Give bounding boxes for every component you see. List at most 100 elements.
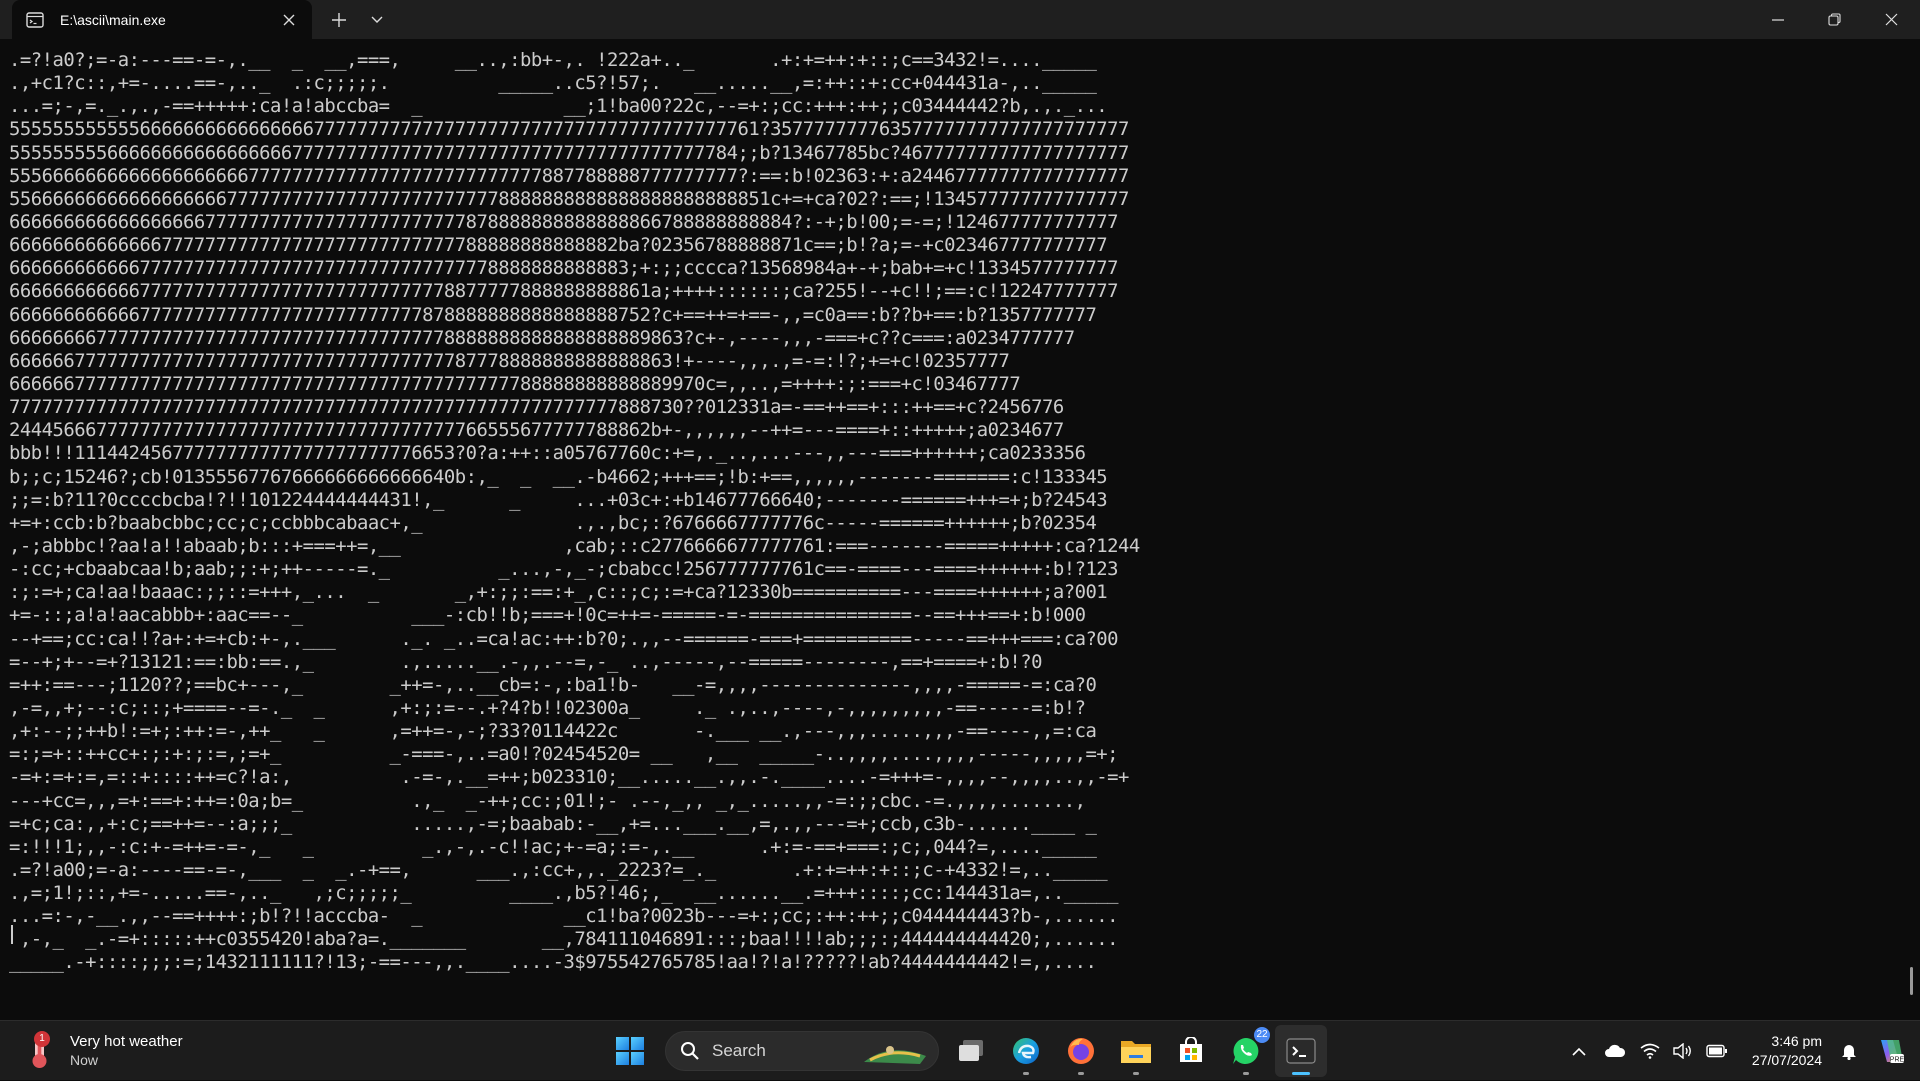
tab-title: E:\ascii\main.exe (60, 11, 166, 28)
console-line: 2444566677777777777777777777777777777777… (9, 419, 1064, 442)
windows-start-icon (616, 1037, 644, 1065)
search-label: Search (712, 1041, 766, 1060)
store-button[interactable] (1165, 1025, 1217, 1077)
copilot-button[interactable]: PRE (1866, 1029, 1914, 1073)
start-button[interactable] (604, 1025, 656, 1077)
console-line: 5555555556666666666666666677777777777777… (9, 141, 1129, 164)
tab-close-icon[interactable] (274, 5, 304, 35)
console-line: b;;c;15246?;cb!0135556776766666666666664… (9, 465, 1108, 488)
restore-button[interactable] (1806, 0, 1863, 39)
minimize-button[interactable] (1749, 0, 1806, 39)
console-line: ;;=:b?11?0ccccbcba!?!!101224444444431!,_… (9, 488, 1108, 511)
thermometer-icon: 1 (24, 1031, 60, 1071)
window-controls (1749, 0, 1920, 39)
console-line: .,=;1!;::,+=-.....==-,.._ ,;c;;;;;_ ____… (9, 882, 1119, 905)
title-bar: E:\ascii\main.exe (0, 0, 1920, 39)
terminal-tab[interactable]: E:\ascii\main.exe (12, 0, 312, 39)
plus-icon (332, 12, 346, 27)
console-line: ...=:-,-__.,,--==++++:;b!?!!acccba- _ __… (9, 905, 1119, 928)
console-line: =++:==---;1120??;==bc+---,_ _++=-,..__cb… (9, 673, 1097, 696)
console-line: =--+;+--=+?13121:==:bb:==.,_ .,.....__.-… (9, 650, 1042, 673)
console-line: ,-;abbbc!?aa!a!!abaab;b:::+===++=,__ ,ca… (9, 534, 1140, 557)
clock-time: 3:46 pm (1771, 1033, 1822, 1049)
tab-dropdown-button[interactable] (358, 0, 396, 39)
text-cursor (11, 925, 13, 944)
notifications-button[interactable] (1832, 1029, 1866, 1073)
battery-icon (1705, 1044, 1727, 1058)
console-line: 6666667777777777777777777777777777777777… (9, 349, 1010, 372)
svg-text:PRE: PRE (1890, 1057, 1905, 1064)
console-line: =:!!!1;,,-:c:+-=++=-=-,_ _ _.,-,.-c!!ac;… (9, 835, 1097, 858)
console-line: 6666666666666677777777777777777777777777… (9, 234, 1108, 257)
console-line: --+==;cc:ca!!?a+:+=+cb:+-,.___ ._. _..=c… (9, 627, 1119, 650)
scrollbar-thumb[interactable] (1910, 967, 1913, 995)
console-line: bbb!!!1114424567777777777777777777777665… (9, 442, 1086, 465)
console-line: -=+:=+:=,=::+::::++=c?!a:, .-=-,.__=++;b… (9, 766, 1129, 789)
console-line: ,-=,,+;--:c;::;+====--=-._ _ ,+:;:=--.+?… (9, 696, 1086, 719)
chevron-up-icon (1572, 1047, 1586, 1056)
console-app-icon (24, 9, 46, 31)
copilot-icon: PRE (1881, 1040, 1905, 1064)
network-volume-battery-button[interactable] (1634, 1029, 1734, 1073)
console-line: -:cc;+cbaabcaa!b;aab;;:+;++-----=._ _...… (9, 558, 1119, 581)
widget-title: Very hot weather (70, 1033, 183, 1050)
terminal-running-indicator (1292, 1072, 1310, 1075)
task-view-icon (959, 1040, 983, 1061)
console-output[interactable]: .=?!a0?;=-a:---==-=-,.__ _ __,===, __..,… (9, 49, 1899, 1009)
console-line: =:;=+::++cc+:;:+:;:=,;=+_ _-===-,..=a0!?… (9, 743, 1119, 766)
edge-button[interactable] (1000, 1025, 1052, 1077)
widget-subtitle: Now (70, 1052, 99, 1068)
console-line: 6666666666666666667777777777777777777777… (9, 210, 1119, 233)
whatsapp-running-indicator (1243, 1072, 1249, 1075)
wifi-icon (1640, 1043, 1660, 1059)
console-line: ...=;-,=._.,.,-==+++++:ca!a!abccba= _ __… (9, 95, 1108, 118)
console-line: 5566666666666666666677777777777777777777… (9, 187, 1129, 210)
clock[interactable]: 3:46 pm 27/07/2024 (1752, 1032, 1822, 1070)
onedrive-cloud-icon (1604, 1044, 1625, 1057)
explorer-running-indicator (1133, 1072, 1139, 1075)
console-line: 6666666666667777777777777777777777777777… (9, 280, 1119, 303)
console-line: 6666666677777777777777777777777777777777… (9, 326, 1075, 349)
onedrive-button[interactable] (1596, 1029, 1634, 1073)
close-window-button[interactable] (1863, 0, 1920, 39)
minimize-icon (1771, 18, 1784, 21)
search-highlight-icon (864, 1046, 926, 1064)
console-line: :;:=+;ca!aa!baaac:;;::=+++,_... _ _,+:;;… (9, 581, 1108, 604)
console-line: =+c;ca:,,+:c;==++=--:a;;;_ .....,-=;baab… (9, 812, 1097, 835)
task-view-button[interactable] (945, 1025, 997, 1077)
taskbar-search[interactable]: Search (665, 1031, 939, 1071)
whatsapp-badge: 22 (1254, 1027, 1270, 1043)
edge-icon (1013, 1038, 1039, 1064)
firefox-button[interactable] (1055, 1025, 1107, 1077)
system-tray: 3:46 pm 27/07/2024 PRE (1562, 1021, 1920, 1081)
firefox-icon (1068, 1038, 1094, 1064)
taskbar-apps: Search 22 (604, 1025, 1330, 1077)
terminal-button[interactable] (1275, 1025, 1327, 1077)
console-line: ,-,_ _.-=+:::::++c0355420!aba?a=._______… (9, 928, 1119, 951)
console-line: 6666667777777777777777777777777777777777… (9, 372, 1021, 395)
console-line: .=?!a0?;=-a:---==-=-,.__ _ __,===, __..,… (9, 49, 1097, 71)
console-line: 6666666666667777777777777777777777777787… (9, 303, 1097, 326)
console-line: 7777777777777777777777777777777777777777… (9, 396, 1064, 419)
clock-date: 27/07/2024 (1751, 1052, 1822, 1068)
taskbar: 1 Very hot weather Now Search 22 3:46 pm… (0, 1020, 1920, 1080)
console-line: .,+c1?c::,+=-....==-,.._ .:c;;;;;. _____… (9, 72, 1097, 95)
console-line: ---+cc=,,,=+:==+:++=:0a;b=_ .,_ _-++;cc:… (9, 789, 1086, 812)
show-hidden-icons-button[interactable] (1562, 1029, 1596, 1073)
bell-icon (1842, 1045, 1856, 1060)
console-line: +=-::;a!a!aacabbb+:aac==--_ ___-:cb!!b;=… (9, 604, 1086, 627)
console-line: 5556666666666666666666777777777777777777… (9, 164, 1129, 187)
search-icon (681, 1042, 699, 1060)
whatsapp-button[interactable]: 22 (1220, 1025, 1272, 1077)
console-line: +=+:ccb:b?baabcbbc;cc;c;ccbbbcabaac+,_ .… (9, 511, 1097, 534)
chevron-down-icon (371, 16, 383, 23)
folder-icon (1121, 1041, 1151, 1063)
restore-icon (1828, 13, 1841, 26)
weather-widget[interactable]: 1 Very hot weather Now (24, 1029, 183, 1073)
store-icon (1180, 1037, 1202, 1062)
console-line: 6666666666667777777777777777777777777777… (9, 257, 1119, 280)
console-line: ,+:--;;++b!:=+;:++:=-,++_ _ ,=++=-,-;?33… (9, 720, 1097, 743)
file-explorer-button[interactable] (1110, 1025, 1162, 1077)
new-tab-button[interactable] (320, 0, 358, 39)
volume-icon (1673, 1043, 1691, 1059)
